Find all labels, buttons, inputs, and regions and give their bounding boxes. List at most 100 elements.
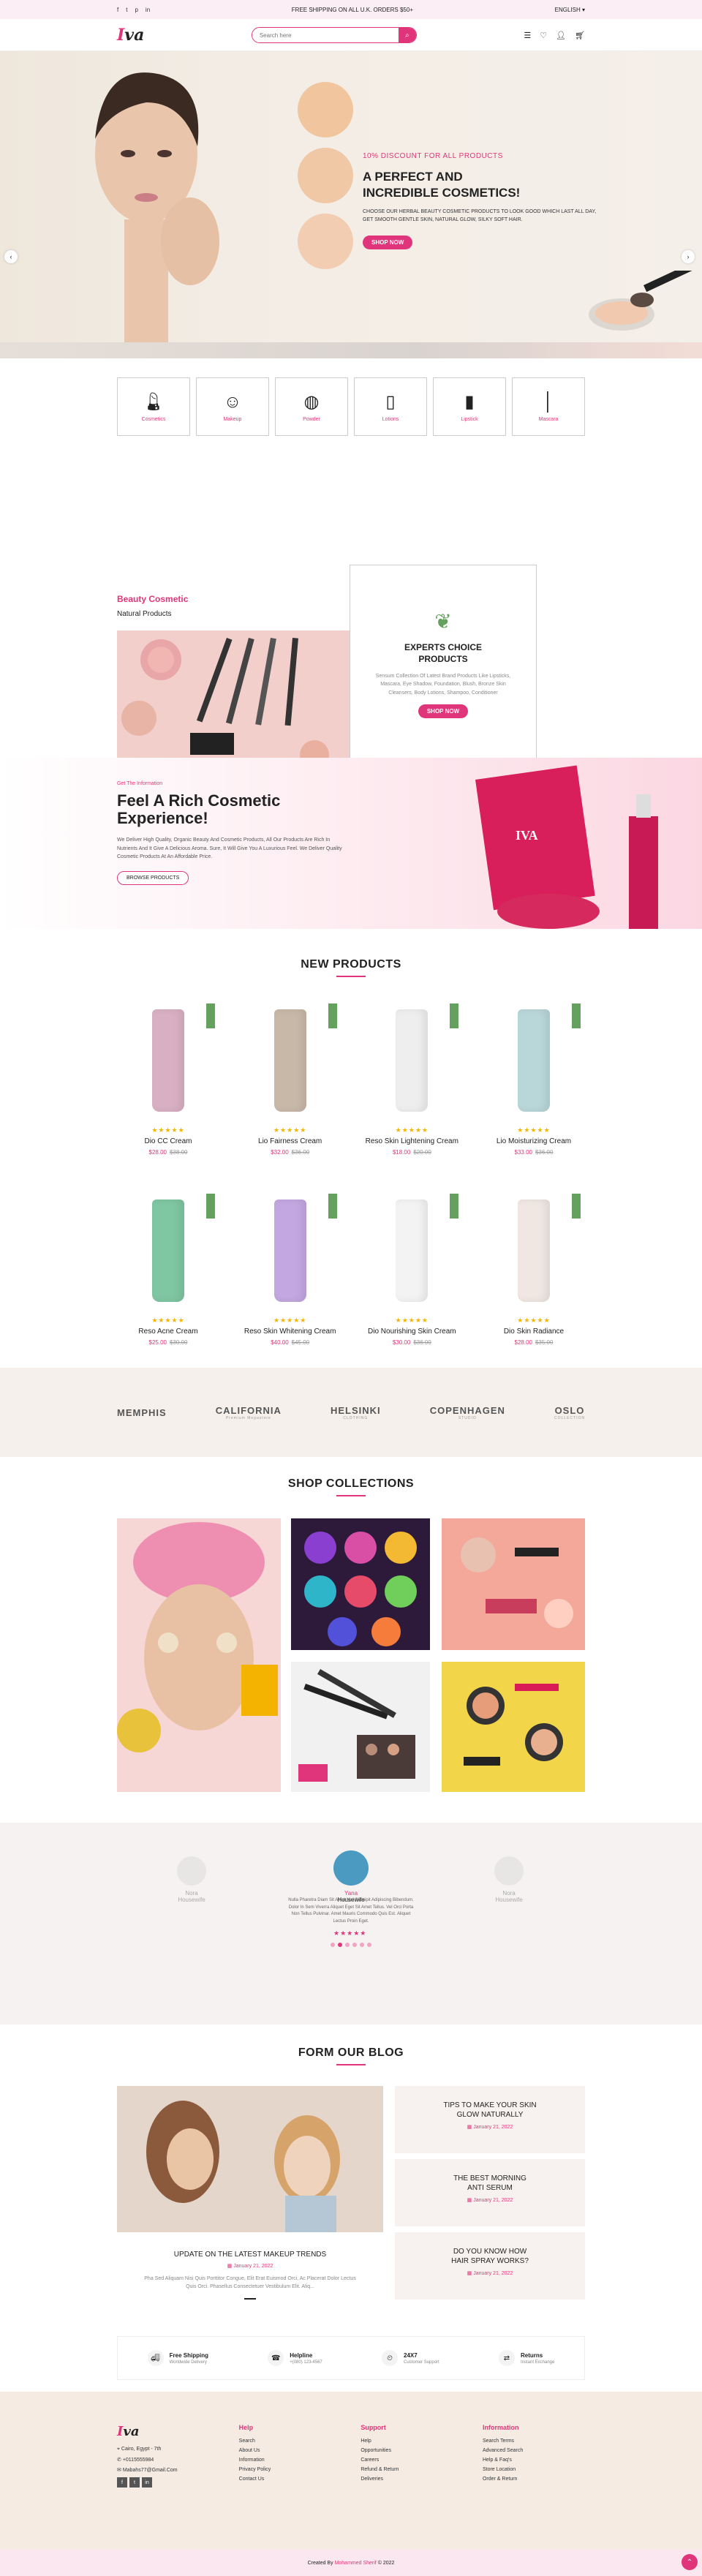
collection-brushes-image[interactable] — [291, 1662, 430, 1792]
left-name: Nora — [185, 1890, 198, 1897]
footer-link[interactable]: Information — [239, 2458, 341, 2463]
collection-eyeshadow-image[interactable] — [291, 1518, 430, 1650]
brand-logo-memphis[interactable]: MEMPHIS — [117, 1407, 167, 1418]
product-card[interactable]: ★★★★★ Dio Nourishing Skin Cream $30.00 $3… — [361, 1189, 463, 1379]
footer-link[interactable]: About Us — [239, 2448, 341, 2453]
footer-link[interactable]: Order & Return — [483, 2477, 585, 2482]
footer-link[interactable]: Contact Us — [239, 2477, 341, 2482]
category-mascara[interactable]: │ Mascara — [512, 377, 585, 436]
brand-logo-california[interactable]: CALIFORNIA Premium Megastore — [216, 1405, 282, 1420]
read-more-line[interactable] — [244, 2298, 256, 2300]
hero-prev-arrow[interactable]: ‹ — [4, 250, 18, 263]
footer-link[interactable]: Search — [239, 2438, 341, 2444]
dot[interactable] — [338, 1943, 342, 1947]
product-image[interactable] — [239, 999, 341, 1123]
category-lipstick[interactable]: ▮ Lipstick — [433, 377, 506, 436]
blog-side-title[interactable]: DO YOU KNOW HOW HAIR SPRAY WORKS? — [395, 2247, 585, 2266]
product-card[interactable]: ★★★★★ Lio Fairness Cream $32.00 $36.00 — [239, 999, 341, 1189]
footer-link[interactable]: Opportunities — [361, 2448, 463, 2453]
collection-yellow-products-image[interactable] — [442, 1662, 585, 1792]
product-image[interactable] — [239, 1189, 341, 1314]
card-shop-now-button[interactable]: SHOP NOW — [418, 704, 469, 718]
product-card[interactable]: ★★★★★ Dio Skin Radiance $28.00 $35.00 — [483, 1189, 585, 1379]
product-image[interactable] — [117, 1189, 219, 1314]
brand-logo-helsinki[interactable]: HELSINKI CLOTHING — [331, 1405, 381, 1420]
facebook-icon[interactable]: f — [117, 7, 118, 13]
category-lotions[interactable]: ▯ Lotions — [354, 377, 427, 436]
footer-link[interactable]: Careers — [361, 2458, 463, 2463]
linkedin-icon[interactable]: in — [142, 2477, 152, 2488]
product-name[interactable]: Dio Nourishing Skin Cream — [361, 1327, 463, 1336]
collection-pink-products-image[interactable] — [442, 1518, 585, 1650]
hero-title: A PERFECT AND INCREDIBLE COSMETICS! — [363, 169, 597, 201]
footer-link[interactable]: Advanced Search — [483, 2448, 585, 2453]
logo[interactable]: Iva — [117, 26, 144, 45]
product-card[interactable]: ★★★★★ Reso Skin Whitening Cream $40.00 $4… — [239, 1189, 341, 1379]
brand-logo-copenhagen[interactable]: COPENHAGEN STUDIO — [430, 1405, 505, 1420]
product-name[interactable]: Reso Skin Lightening Cream — [361, 1137, 463, 1146]
product-image[interactable] — [483, 999, 585, 1123]
language-select[interactable]: ENGLISH ▾ — [555, 7, 585, 13]
dot[interactable] — [367, 1943, 371, 1947]
scroll-to-top-button[interactable]: ⌃ — [682, 2554, 698, 2570]
product-name[interactable]: Dio CC Cream — [117, 1137, 219, 1146]
product-card[interactable]: ★★★★★ Dio CC Cream $28.00 $38.00 — [117, 999, 219, 1189]
user-icon[interactable]: 👤︎ — [556, 31, 566, 40]
category-powder[interactable]: ◍ Powder — [275, 377, 348, 436]
footer-help: Help Search About Us Information Privacy Pol… — [239, 2424, 341, 2488]
blog-main-title[interactable]: UPDATE ON THE LATEST MAKEUP TRENDS — [117, 2251, 383, 2259]
product-image[interactable] — [361, 1189, 463, 1314]
hero-next-arrow[interactable]: › — [682, 250, 695, 263]
category-cosmetics[interactable]: 💄︎ Cosmetics — [117, 377, 190, 436]
dot[interactable] — [360, 1943, 364, 1947]
blog-side-title-line1: THE BEST MORNING — [453, 2174, 526, 2183]
footer-link[interactable]: Search Terms — [483, 2438, 585, 2444]
search-input[interactable] — [252, 31, 399, 39]
dot[interactable] — [331, 1943, 335, 1947]
cart-icon[interactable]: 🛒︎ — [575, 31, 585, 40]
product-image[interactable] — [117, 999, 219, 1123]
card-description: Sensum Collection Of Latest Brand Produc… — [375, 674, 511, 696]
product-name[interactable]: Lio Moisturizing Cream — [483, 1137, 585, 1146]
calendar-icon: ▦ — [467, 2271, 472, 2276]
product-card[interactable]: ★★★★★ Reso Skin Lightening Cream $18.00 $… — [361, 999, 463, 1189]
product-name[interactable]: Reso Skin Whitening Cream — [239, 1327, 341, 1336]
facebook-icon[interactable]: f — [117, 2477, 127, 2488]
category-label: Lipstick — [461, 417, 478, 422]
footer-link[interactable]: Refund & Return — [361, 2467, 463, 2472]
search-button[interactable]: ⌕ — [398, 28, 416, 42]
footer-logo[interactable]: Iva — [117, 2424, 219, 2439]
twitter-icon[interactable]: t — [126, 7, 127, 13]
product-card[interactable]: ★★★★★ Reso Acne Cream $25.00 $30.00 — [117, 1189, 219, 1379]
product-card[interactable]: ★★★★★ Lio Moisturizing Cream $33.00 $36.0… — [483, 999, 585, 1189]
product-image[interactable] — [361, 999, 463, 1123]
brand-logo-oslo[interactable]: OSLO COLLECTION — [554, 1405, 585, 1420]
blog-side-post[interactable]: TIPS TO MAKE YOUR SKIN GLOW NATURALLY ▦ J… — [395, 2086, 585, 2153]
pinterest-icon[interactable]: p — [135, 7, 137, 13]
heart-icon[interactable]: ♡ — [540, 31, 547, 40]
blog-side-title[interactable]: TIPS TO MAKE YOUR SKIN GLOW NATURALLY — [395, 2101, 585, 2120]
browse-products-button[interactable]: BROWSE PRODUCTS — [117, 870, 189, 885]
collection-face-mask-image[interactable] — [117, 1518, 281, 1792]
dot[interactable] — [352, 1943, 357, 1947]
footer-link[interactable]: Store Location — [483, 2467, 585, 2472]
grid-icon[interactable]: ☰ — [524, 31, 531, 40]
linkedin-icon[interactable]: in — [146, 7, 150, 13]
copyright-author[interactable]: Mohammed Sherif — [335, 2561, 377, 2566]
dot[interactable] — [345, 1943, 350, 1947]
twitter-icon[interactable]: t — [129, 2477, 140, 2488]
footer-link[interactable]: Deliveries — [361, 2477, 463, 2482]
category-makeup[interactable]: ☺ Makeup — [196, 377, 269, 436]
blog-main-post[interactable]: UPDATE ON THE LATEST MAKEUP TRENDS ▦ Jan… — [117, 2086, 383, 2300]
footer-link[interactable]: Help & Faq's — [483, 2458, 585, 2463]
footer-link[interactable]: Privacy Policy — [239, 2467, 341, 2472]
blog-side-post[interactable]: DO YOU KNOW HOW HAIR SPRAY WORKS? ▦ Janua… — [395, 2232, 585, 2300]
blog-side-title[interactable]: THE BEST MORNING ANTI SERUM — [395, 2174, 585, 2193]
footer-link[interactable]: Help — [361, 2438, 463, 2444]
blog-side-post[interactable]: THE BEST MORNING ANTI SERUM ▦ January 21,… — [395, 2159, 585, 2226]
hero-shop-now-button[interactable]: SHOP NOW — [363, 236, 413, 250]
product-name[interactable]: Lio Fairness Cream — [239, 1137, 341, 1146]
product-image[interactable] — [483, 1189, 585, 1314]
product-name[interactable]: Dio Skin Radiance — [483, 1327, 585, 1336]
product-name[interactable]: Reso Acne Cream — [117, 1327, 219, 1336]
